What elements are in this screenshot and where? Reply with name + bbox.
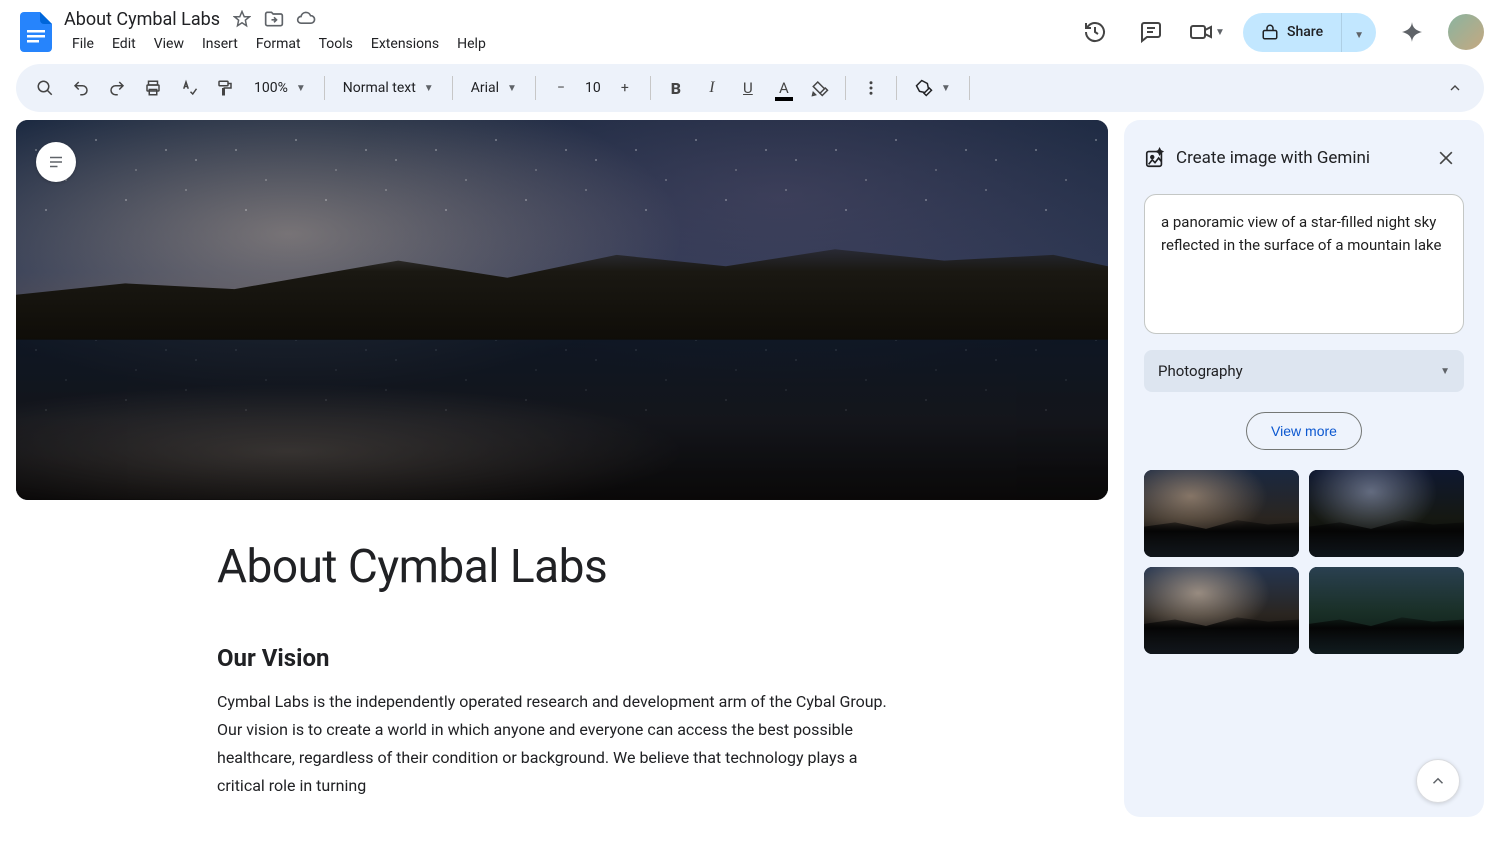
result-thumbnail[interactable] <box>1309 470 1464 557</box>
separator <box>452 76 453 100</box>
thumbnail-grid <box>1144 470 1464 654</box>
underline-icon[interactable]: U <box>731 71 765 105</box>
chevron-down-icon: ▼ <box>1440 366 1450 377</box>
move-folder-icon[interactable] <box>264 9 284 29</box>
separator <box>324 76 325 100</box>
menubar: File Edit View Insert Format Tools Exten… <box>64 32 1075 56</box>
view-more-button[interactable]: View more <box>1246 412 1362 450</box>
share-dropdown[interactable]: ▼ <box>1341 13 1376 52</box>
share-button-group: Share ▼ <box>1243 13 1376 52</box>
separator <box>535 76 536 100</box>
docs-logo-icon[interactable] <box>16 12 56 52</box>
gemini-icon[interactable] <box>1392 12 1432 52</box>
print-icon[interactable] <box>136 71 170 105</box>
toolbar: 100%▼ Normal text▼ Arial▼ − 10 + B I U A… <box>16 64 1484 112</box>
cloud-status-icon[interactable] <box>296 9 316 29</box>
menu-insert[interactable]: Insert <box>194 32 246 56</box>
decrease-font-icon[interactable]: − <box>544 71 578 105</box>
scroll-top-button[interactable] <box>1416 759 1460 803</box>
redo-icon[interactable] <box>100 71 134 105</box>
history-icon[interactable] <box>1075 12 1115 52</box>
share-label: Share <box>1287 24 1323 40</box>
separator <box>650 76 651 100</box>
undo-icon[interactable] <box>64 71 98 105</box>
bold-icon[interactable]: B <box>659 71 693 105</box>
result-thumbnail[interactable] <box>1144 470 1299 557</box>
generate-image-icon <box>1144 147 1166 169</box>
menu-extensions[interactable]: Extensions <box>363 32 447 56</box>
meet-icon[interactable]: ▼ <box>1187 12 1227 52</box>
app-header: About Cymbal Labs File Edit View Insert … <box>0 0 1500 64</box>
gemini-image-panel: Create image with Gemini a panoramic vie… <box>1124 120 1484 817</box>
collapse-toolbar-icon[interactable] <box>1438 71 1472 105</box>
text-color-icon[interactable]: A <box>767 71 801 105</box>
star-icon[interactable] <box>232 9 252 29</box>
document-heading[interactable]: About Cymbal Labs <box>217 540 907 594</box>
increase-font-icon[interactable]: + <box>608 71 642 105</box>
more-icon[interactable] <box>854 71 888 105</box>
font-size-value[interactable]: 10 <box>578 80 608 96</box>
menu-format[interactable]: Format <box>248 32 309 56</box>
share-button[interactable]: Share <box>1243 13 1341 51</box>
document-canvas[interactable]: About Cymbal Labs Our Vision Cymbal Labs… <box>0 120 1124 833</box>
highlight-icon[interactable] <box>803 71 837 105</box>
style-select[interactable]: Photography ▼ <box>1144 350 1464 392</box>
result-thumbnail[interactable] <box>1309 567 1464 654</box>
menu-help[interactable]: Help <box>449 32 494 56</box>
zoom-select[interactable]: 100%▼ <box>244 71 316 105</box>
editing-mode-select[interactable]: ▼ <box>905 71 961 105</box>
italic-icon[interactable]: I <box>695 71 729 105</box>
prompt-textarea[interactable]: a panoramic view of a star-filled night … <box>1144 194 1464 334</box>
document-section-title[interactable]: Our Vision <box>217 644 907 672</box>
account-avatar[interactable] <box>1448 14 1484 50</box>
spellcheck-icon[interactable] <box>172 71 206 105</box>
menu-edit[interactable]: Edit <box>104 32 144 56</box>
menu-tools[interactable]: Tools <box>311 32 361 56</box>
separator <box>845 76 846 100</box>
document-title[interactable]: About Cymbal Labs <box>64 9 220 30</box>
outline-toggle-icon[interactable] <box>36 142 76 182</box>
document-body-text[interactable]: Cymbal Labs is the independently operate… <box>217 688 907 800</box>
result-thumbnail[interactable] <box>1144 567 1299 654</box>
panel-title: Create image with Gemini <box>1176 148 1418 168</box>
menu-view[interactable]: View <box>146 32 192 56</box>
paint-format-icon[interactable] <box>208 71 242 105</box>
style-value: Photography <box>1158 362 1243 380</box>
menu-file[interactable]: File <box>64 32 102 56</box>
style-select[interactable]: Normal text▼ <box>333 71 444 105</box>
comment-icon[interactable] <box>1131 12 1171 52</box>
font-select[interactable]: Arial▼ <box>461 71 527 105</box>
document-hero-image[interactable] <box>16 120 1108 500</box>
search-icon[interactable] <box>28 71 62 105</box>
close-icon[interactable] <box>1428 140 1464 176</box>
separator <box>896 76 897 100</box>
separator <box>969 76 970 100</box>
